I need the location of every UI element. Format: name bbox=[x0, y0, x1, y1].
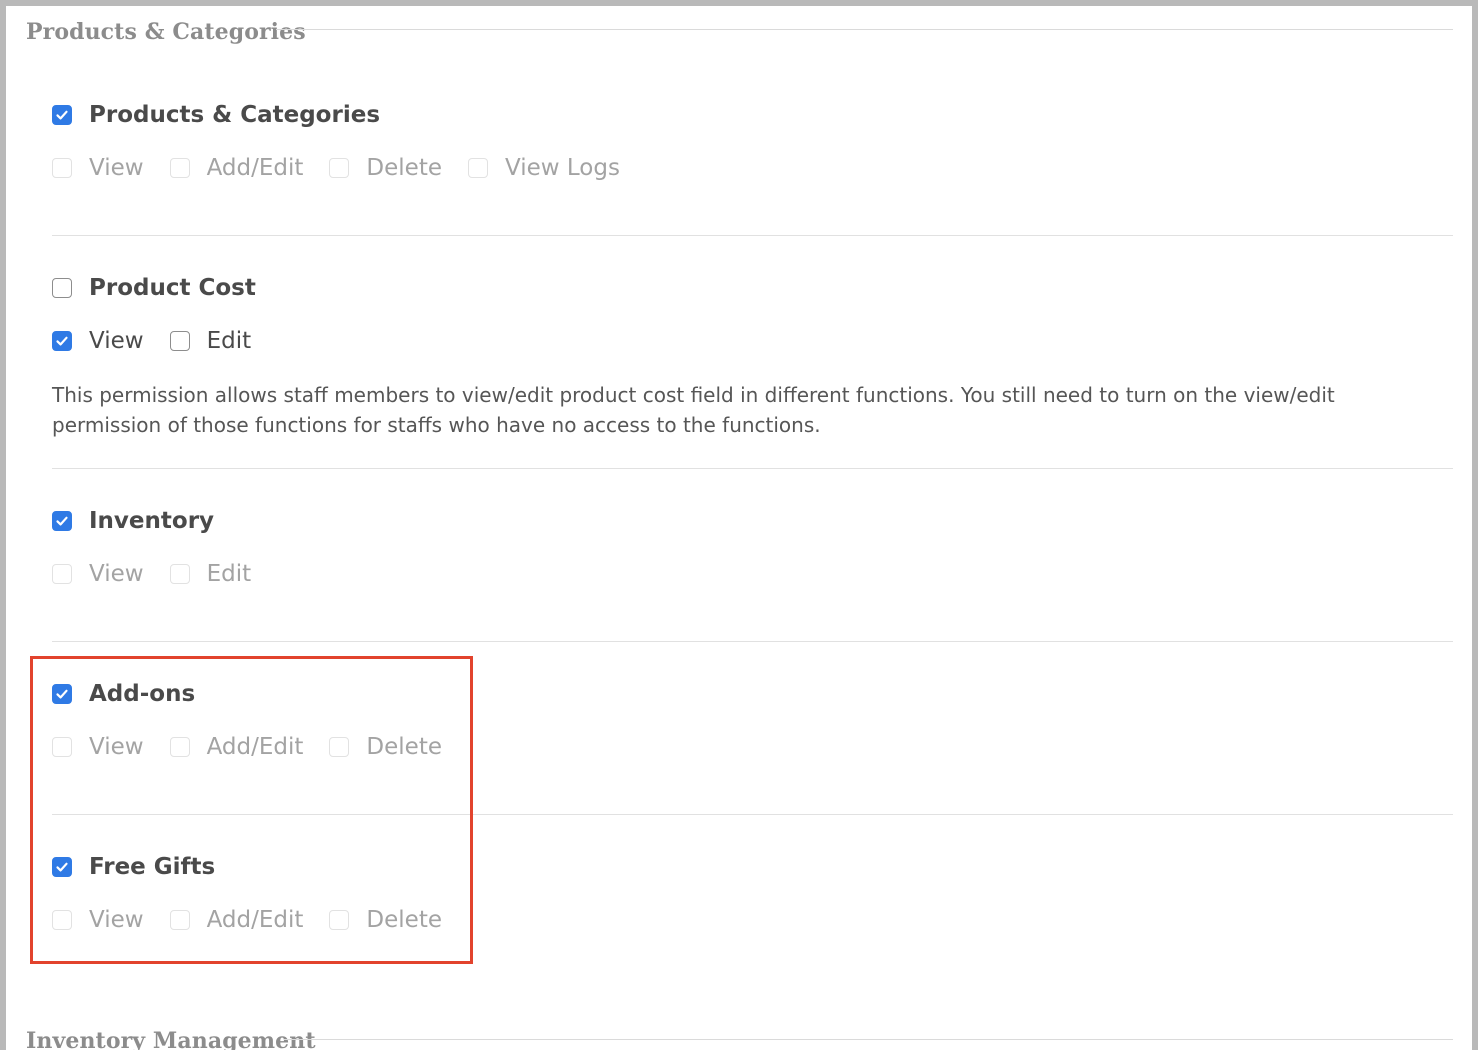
section-inventory-checkbox[interactable] bbox=[52, 511, 72, 531]
option-view-checkbox[interactable] bbox=[52, 331, 72, 351]
section-products-categories-checkbox[interactable] bbox=[52, 105, 72, 125]
option-view: View bbox=[52, 328, 144, 354]
option-edit-label: Edit bbox=[206, 328, 252, 354]
checkmark-icon bbox=[56, 336, 68, 346]
option-edit-checkbox[interactable] bbox=[169, 564, 190, 584]
option-view: View bbox=[52, 561, 144, 587]
section-divider bbox=[52, 641, 1453, 642]
option-add-edit: Add/Edit bbox=[169, 155, 304, 181]
highlight-annotation-box bbox=[30, 656, 473, 964]
section-product-cost-header: Product Cost bbox=[52, 275, 256, 301]
fieldset-legend-products-categories: Products & Categories bbox=[26, 19, 306, 45]
section-inventory-options: View Edit bbox=[52, 561, 277, 587]
option-delete: Delete bbox=[329, 155, 442, 181]
option-edit-checkbox[interactable] bbox=[169, 331, 190, 351]
fieldset-legend-inventory-management: Inventory Management bbox=[26, 1028, 316, 1050]
option-delete-checkbox[interactable] bbox=[329, 158, 350, 178]
option-edit: Edit bbox=[169, 561, 252, 587]
section-inventory-header: Inventory bbox=[52, 508, 214, 534]
option-view-checkbox[interactable] bbox=[52, 564, 72, 584]
checkmark-icon bbox=[56, 516, 68, 526]
option-edit-label: Edit bbox=[206, 561, 252, 587]
section-divider bbox=[52, 468, 1453, 469]
product-cost-description: This permission allows staff members to … bbox=[52, 383, 1335, 437]
section-products-categories-header: Products & Categories bbox=[52, 102, 380, 128]
section-products-categories-options: View Add/Edit Delete View Logs bbox=[52, 155, 646, 181]
section-inventory-title: Inventory bbox=[89, 508, 215, 534]
section-divider bbox=[52, 235, 1453, 236]
option-view-logs-label: View Logs bbox=[505, 155, 620, 181]
option-add-edit-label: Add/Edit bbox=[206, 155, 304, 181]
legend-line bbox=[284, 1039, 1453, 1040]
option-delete-label: Delete bbox=[366, 155, 442, 181]
option-view-logs-checkbox[interactable] bbox=[468, 158, 488, 178]
option-view-logs: View Logs bbox=[468, 155, 620, 181]
option-view-label: View bbox=[89, 328, 144, 354]
legend-line bbox=[276, 29, 1453, 30]
section-products-categories-title: Products & Categories bbox=[89, 102, 381, 128]
option-view: View bbox=[52, 155, 144, 181]
option-view-label: View bbox=[89, 155, 144, 181]
section-product-cost-title: Product Cost bbox=[89, 275, 256, 301]
option-edit: Edit bbox=[169, 328, 252, 354]
option-view-checkbox[interactable] bbox=[52, 158, 72, 178]
checkmark-icon bbox=[56, 110, 68, 120]
option-add-edit-checkbox[interactable] bbox=[169, 158, 190, 178]
option-view-label: View bbox=[89, 561, 144, 587]
permissions-panel: Products & Categories Products & Categor… bbox=[0, 0, 1478, 1050]
section-product-cost-checkbox[interactable] bbox=[52, 278, 72, 298]
section-product-cost-options: View Edit bbox=[52, 328, 277, 354]
